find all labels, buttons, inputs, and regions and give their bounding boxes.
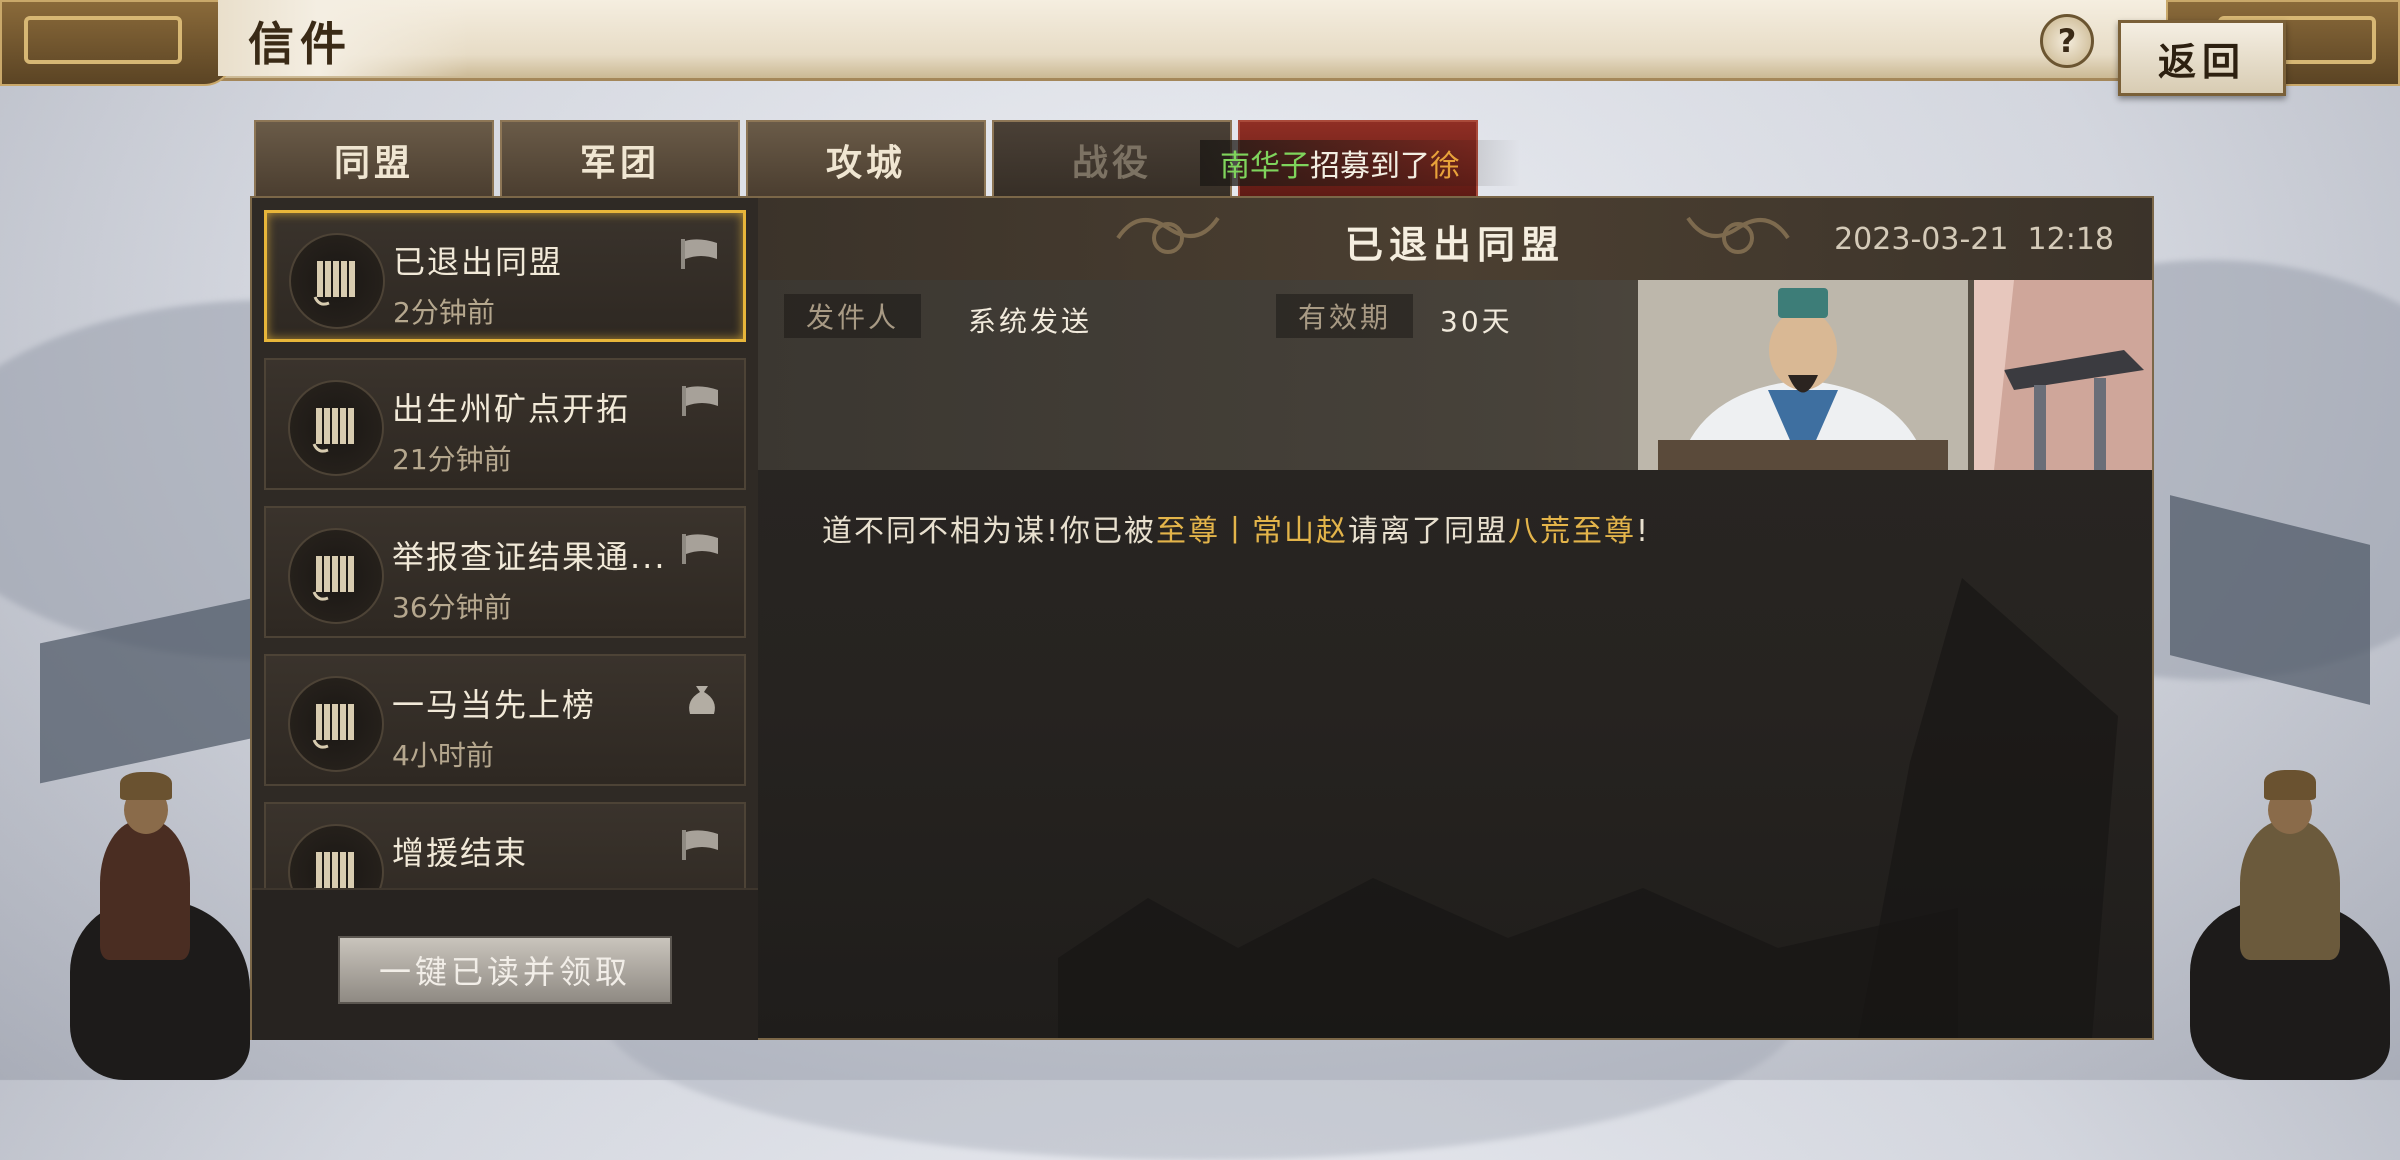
- message-text: 道不同不相为谋!你已被: [822, 514, 1157, 549]
- right-warrior-figure: [2160, 750, 2400, 1080]
- sender-label: 发件人: [784, 294, 922, 338]
- detail-time: 12:18: [2027, 222, 2114, 257]
- mail-item-title: 举报查证结果通...: [392, 538, 667, 576]
- ticker-action: 招募到了: [1310, 149, 1430, 184]
- scroll-icon: [288, 528, 384, 624]
- mail-item-time: 2分钟前: [393, 296, 495, 329]
- mail-item[interactable]: 已退出同盟 2分钟前: [264, 210, 746, 342]
- claim-all-button[interactable]: 一键已读并领取: [338, 936, 672, 1004]
- mail-detail: 已退出同盟 2023-03-21 12:18 发件人 系统发送 有效期 30天: [758, 198, 2152, 1038]
- page-title: 信件: [248, 17, 352, 71]
- detail-date: 2023-03-21: [1834, 222, 2009, 257]
- corner-ornament-left: [0, 0, 234, 86]
- validity-value: 30天: [1440, 305, 1513, 338]
- message-alliance-name: 八荒至尊: [1508, 514, 1637, 549]
- mail-item-time: 4小时前: [392, 739, 494, 772]
- tab-campaign[interactable]: 战役: [992, 120, 1232, 198]
- validity-label: 有效期: [1276, 294, 1414, 338]
- flag-icon: [679, 237, 721, 275]
- detail-header: 已退出同盟 2023-03-21 12:18: [758, 198, 2152, 282]
- pavilion-image: [1974, 280, 2152, 470]
- mail-item[interactable]: 一马当先上榜 4小时前: [264, 654, 746, 786]
- scroll-icon: [288, 380, 384, 476]
- back-button[interactable]: 返回: [2118, 20, 2286, 96]
- mail-item[interactable]: 举报查证结果通... 36分钟前: [264, 506, 746, 638]
- message-player-name: 至尊丨常山赵: [1156, 514, 1349, 549]
- mail-item[interactable]: 出生州矿点开拓 21分钟前: [264, 358, 746, 490]
- advisor-portrait: [1638, 280, 1968, 470]
- mail-list[interactable]: 已退出同盟 2分钟前 出生州矿点开拓 21分钟前 举报查证结果通... 36分钟…: [252, 198, 758, 888]
- scroll-icon: [288, 824, 384, 888]
- flag-icon: [680, 828, 722, 866]
- tab-legion[interactable]: 军团: [500, 120, 740, 198]
- mail-item-time: 36分钟前: [392, 591, 512, 624]
- mail-message: 道不同不相为谋!你已被至尊丨常山赵请离了同盟八荒至尊!: [822, 506, 1650, 550]
- message-text: !: [1636, 514, 1651, 549]
- left-warrior-figure: [40, 750, 260, 1080]
- sender-value: 系统发送: [968, 305, 1093, 338]
- tab-siege[interactable]: 攻城: [746, 120, 986, 198]
- broadcast-ticker: 南华子 招募到了徐: [1200, 140, 1520, 186]
- ticker-player-name: 南华子: [1220, 149, 1310, 184]
- flag-icon: [680, 384, 722, 422]
- detail-timestamp: 2023-03-21 12:18: [1834, 222, 2114, 257]
- flag-icon: [680, 532, 722, 570]
- mail-item-title: 一马当先上榜: [392, 686, 597, 724]
- message-text: 请离了同盟: [1348, 514, 1509, 549]
- mail-item-title: 已退出同盟: [393, 243, 564, 281]
- scroll-icon: [289, 233, 385, 329]
- scroll-icon: [288, 676, 384, 772]
- ticker-hero-name: 徐: [1430, 149, 1460, 184]
- mail-panel: 已退出同盟 2分钟前 出生州矿点开拓 21分钟前 举报查证结果通... 36分钟…: [250, 196, 2154, 1040]
- tab-alliance[interactable]: 同盟: [254, 120, 494, 198]
- info-band: 发件人 系统发送 有效期 30天: [758, 280, 2152, 470]
- mail-item-time: 21分钟前: [392, 443, 512, 476]
- mail-item-title: 出生州矿点开拓: [392, 390, 631, 428]
- help-button[interactable]: ?: [2040, 14, 2094, 68]
- pouch-icon: [682, 680, 722, 724]
- mail-item-title: 增援结束: [392, 834, 529, 872]
- mail-item[interactable]: 增援结束: [264, 802, 746, 888]
- claim-area: 一键已读并领取: [252, 888, 758, 1040]
